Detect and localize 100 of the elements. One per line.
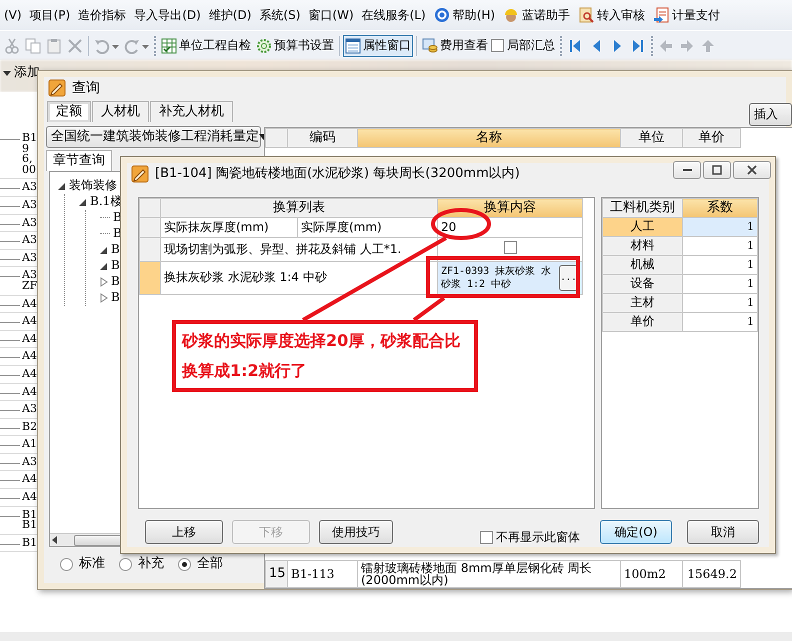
column-header[interactable]: 单价: [682, 128, 740, 148]
menu-item[interactable]: 窗口(W): [304, 8, 358, 22]
category-cell[interactable]: 人工: [602, 217, 682, 236]
collapsed-triangle-icon[interactable]: [100, 292, 108, 303]
library-dropdown[interactable]: 全国统一建筑装饰装修工程消耗量定: [46, 126, 261, 148]
menu-item[interactable]: (V): [0, 8, 26, 22]
code-text: A3: [21, 235, 37, 246]
tree-item[interactable]: B: [111, 290, 120, 305]
corner-cell: [266, 128, 288, 148]
tab[interactable]: 补充人材机: [150, 101, 233, 122]
menu-item[interactable]: 导入导出(D): [130, 8, 205, 22]
column-header[interactable]: 换算内容: [438, 198, 582, 218]
maximize-button[interactable]: [703, 161, 731, 179]
picker-value[interactable]: ZF1-0393 抹灰砂浆 水 砂浆 1:2 中砂: [441, 264, 552, 291]
expanded-triangle-icon[interactable]: [58, 182, 66, 190]
factor-cell[interactable]: 1: [682, 293, 758, 312]
toolbar-button[interactable]: 单位工程自检: [159, 34, 253, 56]
checkbox[interactable]: [504, 240, 516, 254]
insert-button[interactable]: 插入: [749, 103, 792, 126]
gear-icon: [256, 38, 272, 54]
expanded-triangle-icon[interactable]: [100, 262, 108, 270]
category-cell[interactable]: 机械: [602, 255, 682, 274]
radio-label: 全部: [197, 556, 223, 572]
factor-cell[interactable]: 1: [682, 312, 758, 332]
radio-button[interactable]: [60, 558, 73, 570]
code-text: A4: [21, 492, 37, 503]
window-title: [B1-104] 陶瓷地砖楼地面(水泥砂浆) 每块周长(3200mm以内): [155, 166, 520, 182]
document-arrow-icon: [653, 7, 670, 23]
code-text: A4: [21, 298, 37, 310]
column-header[interactable]: 单位: [620, 128, 682, 148]
radio-button[interactable]: [119, 558, 132, 570]
toolbar-button[interactable]: 预算书设置: [254, 34, 336, 56]
code-text: B1 B1: [21, 510, 38, 531]
factor-cell[interactable]: 1: [682, 274, 758, 294]
app-icon: [131, 165, 149, 183]
tab[interactable]: 定额: [47, 101, 91, 122]
input-field[interactable]: 20: [438, 217, 582, 238]
code-text: B1: [21, 538, 38, 548]
app-icon: [48, 79, 66, 97]
collapsed-triangle-icon[interactable]: [100, 276, 108, 287]
code-text: A3: [21, 218, 37, 228]
tab[interactable]: 人材机: [92, 101, 149, 122]
footer-button[interactable]: 取消: [687, 520, 759, 544]
magnifier-document-icon: [578, 7, 594, 23]
column-header[interactable]: 名称: [358, 128, 620, 148]
left-arrow-icon[interactable]: [50, 535, 60, 545]
code-text: B2: [21, 422, 38, 432]
expanded-triangle-icon[interactable]: [79, 198, 87, 206]
close-icon: [747, 165, 757, 175]
factor-cell[interactable]: 1: [682, 217, 758, 236]
code-text: A4: [21, 474, 37, 486]
last-icon[interactable]: [630, 38, 646, 54]
tree-item[interactable]: B: [111, 242, 120, 257]
factor-cell[interactable]: 1: [682, 236, 758, 256]
close-button[interactable]: [733, 161, 771, 179]
checkbox[interactable]: [480, 530, 493, 544]
table-cell: 镭射玻璃砖楼地面 8mm厚单层钢化砖 周长(2000mm以内): [358, 560, 620, 588]
footer-button[interactable]: 使用技巧: [319, 520, 393, 544]
column-header[interactable]: 换算列表: [160, 198, 438, 218]
factor-cell[interactable]: 1: [682, 255, 758, 274]
first-icon[interactable]: [567, 38, 583, 54]
toolbar-button[interactable]: 属性窗口: [343, 34, 413, 56]
menu-item[interactable]: 帮助(H): [430, 7, 500, 23]
expanded-triangle-icon[interactable]: [100, 246, 108, 254]
table-cell: 换抹灰砂浆 水泥砂浆 1:4 中砂: [160, 261, 438, 294]
tree-item[interactable]: B: [111, 258, 120, 273]
menu-item[interactable]: 计量支付: [649, 7, 724, 23]
helmet-person-icon: [503, 7, 520, 23]
toolbar-button[interactable]: 费用查看: [420, 34, 490, 56]
tree-item[interactable]: B: [111, 274, 120, 289]
footer-button[interactable]: 确定(O): [600, 520, 672, 544]
category-cell[interactable]: 主材: [602, 293, 682, 312]
menu-item[interactable]: 转入审核: [574, 7, 650, 23]
radio-button[interactable]: [178, 558, 191, 570]
table-cell: 100m2: [620, 560, 682, 588]
category-cell[interactable]: 设备: [602, 274, 682, 294]
menu-item[interactable]: 维护(D): [204, 8, 256, 22]
menu-item[interactable]: 项目(P): [26, 8, 74, 22]
column-header[interactable]: 系数: [682, 198, 758, 218]
code-text: A3: [21, 182, 37, 193]
menu-item[interactable]: 系统(S): [255, 8, 304, 22]
column-header[interactable]: 编码: [288, 128, 358, 148]
tree-item[interactable]: 装饰装修: [69, 178, 117, 193]
minimize-icon: [682, 169, 692, 171]
code-text: A3: [21, 456, 37, 468]
menu-item[interactable]: 蓝诺助手: [499, 7, 574, 23]
code-text: A4: [21, 334, 37, 344]
corner-cell: [140, 198, 160, 218]
help-icon: [434, 7, 450, 23]
table-cell: 15649.2: [682, 560, 740, 588]
category-cell[interactable]: 单价: [602, 312, 682, 332]
minimize-button[interactable]: [673, 161, 701, 179]
column-header[interactable]: 工料机类别: [602, 198, 682, 218]
checkbox[interactable]: [491, 39, 504, 52]
code-text: A1: [21, 439, 37, 450]
tab[interactable]: 章节查询: [46, 150, 112, 171]
menu-item[interactable]: 造价指标: [74, 8, 130, 22]
footer-button[interactable]: 上移: [145, 520, 223, 544]
category-cell[interactable]: 材料: [602, 236, 682, 256]
menu-item[interactable]: 在线服务(L): [358, 8, 430, 22]
